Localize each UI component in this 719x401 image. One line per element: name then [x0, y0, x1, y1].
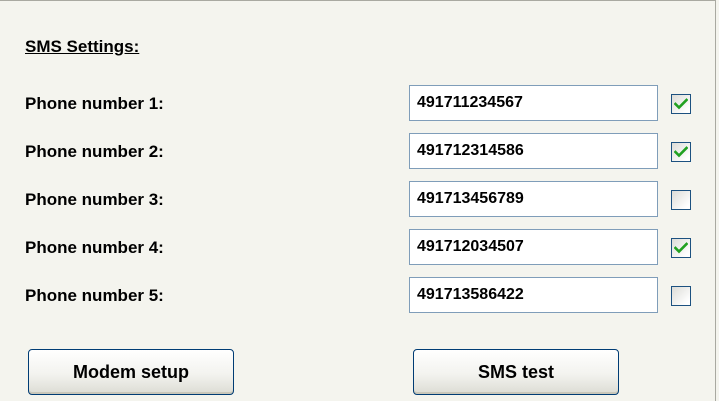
checkmark-icon — [674, 242, 688, 254]
phone-1-label: Phone number 1: — [25, 94, 164, 113]
phone-1-checkbox[interactable] — [671, 94, 691, 114]
sms-settings-panel: SMS Settings: Phone number 1: Phone numb… — [0, 0, 716, 401]
phone-3-input[interactable] — [409, 181, 658, 217]
phone-4-label: Phone number 4: — [25, 238, 164, 257]
phone-4-input[interactable] — [409, 229, 658, 265]
modem-setup-button[interactable]: Modem setup — [28, 349, 234, 395]
phone-3-checkbox[interactable] — [671, 190, 691, 210]
phone-4-checkbox[interactable] — [671, 238, 691, 258]
phone-5-label: Phone number 5: — [25, 286, 164, 305]
phone-3-label: Phone number 3: — [25, 190, 164, 209]
phone-5-input[interactable] — [409, 277, 658, 313]
phone-1-input[interactable] — [409, 85, 658, 121]
checkmark-icon — [674, 146, 688, 158]
phone-2-label: Phone number 2: — [25, 142, 164, 161]
section-title: SMS Settings: — [25, 37, 140, 56]
checkmark-icon — [674, 98, 688, 110]
sms-test-button[interactable]: SMS test — [413, 349, 619, 395]
phone-2-input[interactable] — [409, 133, 658, 169]
phone-2-checkbox[interactable] — [671, 142, 691, 162]
phone-5-checkbox[interactable] — [671, 286, 691, 306]
